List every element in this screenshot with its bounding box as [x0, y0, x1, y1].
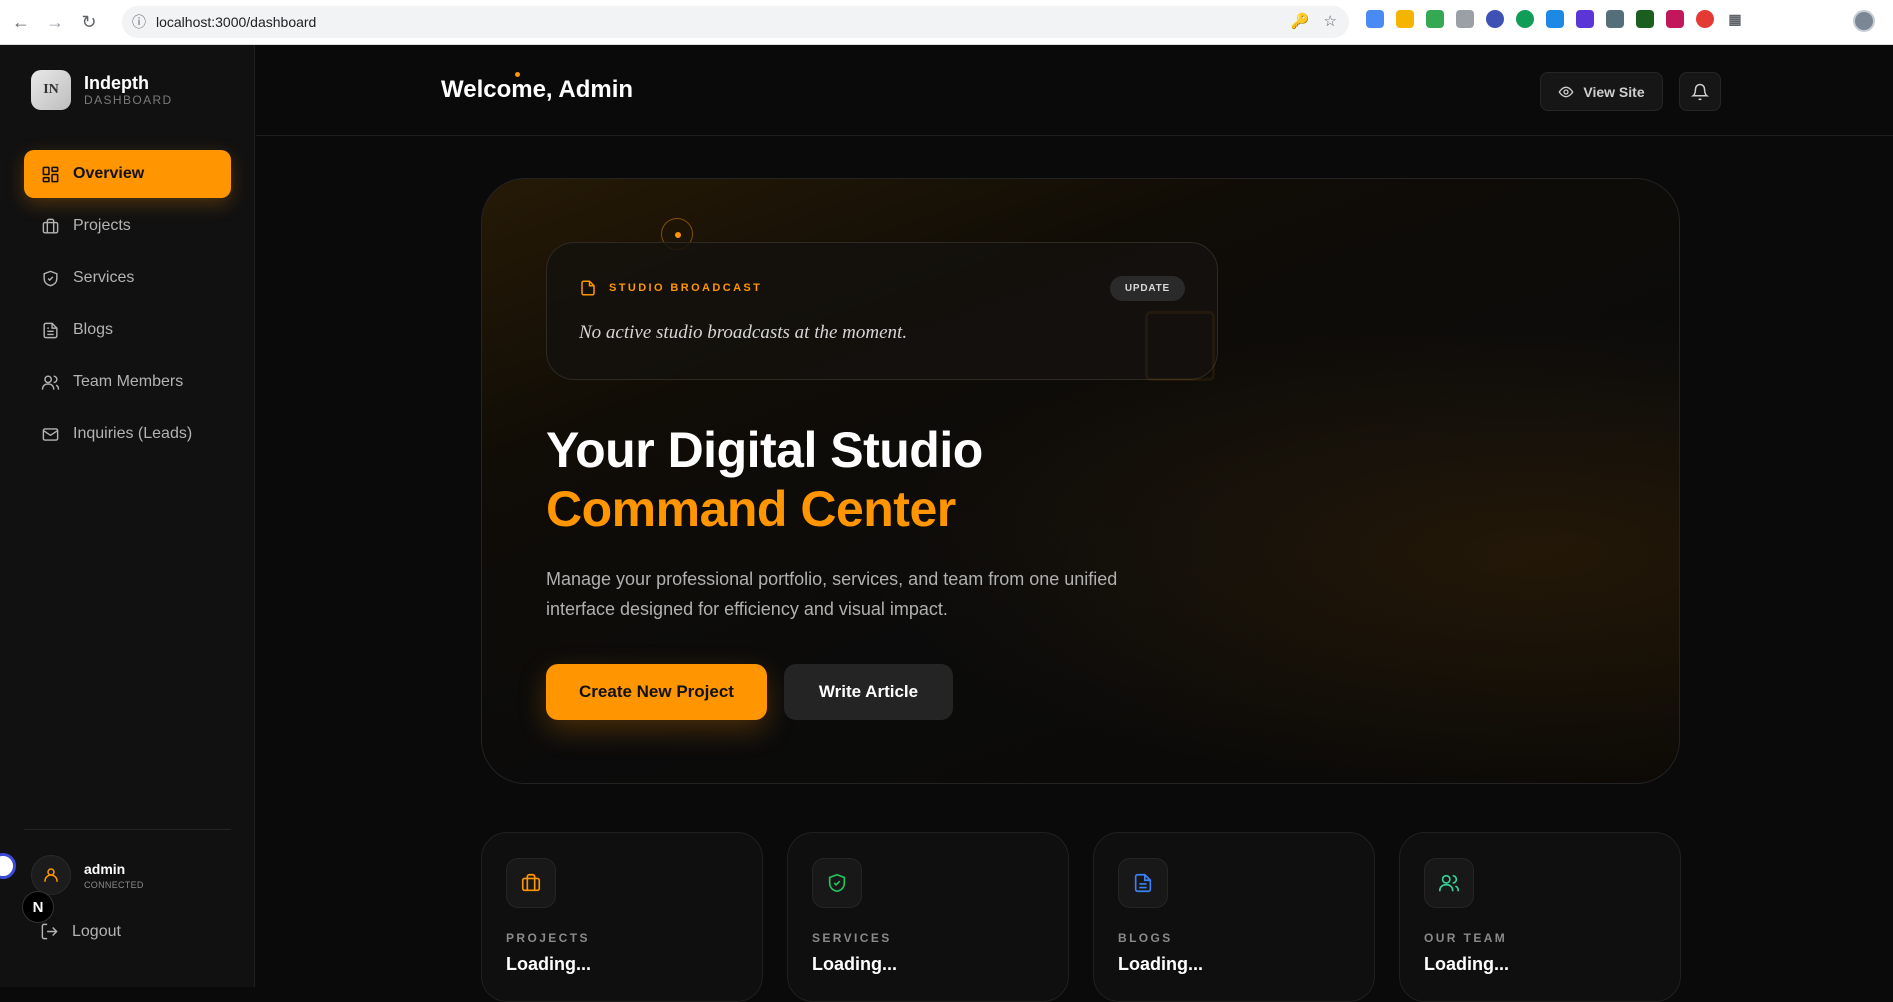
sidebar-divider: [24, 829, 231, 830]
sidebar-item-label: Overview: [73, 165, 145, 182]
forward-icon[interactable]: →: [42, 9, 68, 35]
stat-card-blogs[interactable]: BLOGS Loading...: [1093, 832, 1375, 1002]
stat-value: Loading...: [1118, 954, 1203, 974]
stat-icon-box: [812, 858, 862, 908]
extension-icon[interactable]: [1546, 10, 1564, 28]
stat-value: Loading...: [506, 954, 591, 974]
hero-description: Manage your professional portfolio, serv…: [546, 569, 1118, 619]
logout-icon: [41, 923, 58, 940]
extension-icon[interactable]: [1666, 10, 1684, 28]
extension-icon[interactable]: [1366, 10, 1384, 28]
users-icon: [41, 374, 60, 390]
hero-title-line1: Your Digital Studio: [546, 422, 983, 478]
extensions-bar: ▦: [1366, 10, 1744, 28]
sidebar-item-overview[interactable]: Overview: [24, 150, 231, 198]
sidebar-item-projects[interactable]: Projects: [24, 202, 231, 250]
users-icon: [1439, 874, 1459, 892]
bookmark-star-icon[interactable]: ☆: [1324, 12, 1337, 30]
sidebar-item-label: Blogs: [73, 321, 114, 338]
extension-icon[interactable]: [1576, 10, 1594, 28]
grid-icon: [42, 166, 59, 182]
extension-icon[interactable]: [1516, 10, 1534, 28]
sidebar-item-label: Services: [73, 269, 135, 286]
decorative-shape: [1145, 311, 1215, 381]
user-icon: [44, 868, 58, 882]
stat-label: PROJECTS: [506, 931, 590, 945]
sidebar-item-team-members[interactable]: Team Members: [24, 358, 231, 406]
stat-label: OUR TEAM: [1424, 931, 1508, 945]
extension-icon[interactable]: [1456, 10, 1474, 28]
page-title: Welcome, Admin: [441, 76, 634, 103]
shield-icon: [43, 270, 58, 286]
stat-card-services[interactable]: SERVICES Loading...: [787, 832, 1069, 1002]
user-avatar: [31, 855, 71, 895]
extension-icon[interactable]: [1636, 10, 1654, 28]
stat-value: Loading...: [812, 954, 897, 974]
header: Welcome, Admin View Site: [256, 45, 1893, 136]
briefcase-icon: [521, 873, 541, 892]
stat-label: SERVICES: [812, 931, 892, 945]
address-bar[interactable]: ⓘ localhost:3000/dashboard 🔑 ☆: [122, 6, 1349, 38]
broadcast-message: No active studio broadcasts at the momen…: [579, 322, 908, 343]
broadcast-card: STUDIO BROADCAST UPDATE No active studio…: [546, 242, 1218, 381]
sidebar-item-label: Inquiries (Leads): [73, 425, 193, 442]
nextjs-badge-icon[interactable]: N: [22, 891, 54, 923]
extension-icon[interactable]: [1696, 10, 1714, 28]
brand-name: Indepth: [84, 72, 149, 93]
site-info-icon[interactable]: ⓘ: [132, 12, 146, 32]
sidebar-item-blogs[interactable]: Blogs: [24, 306, 231, 354]
hero-title-line2: Command Center: [546, 481, 956, 537]
brand-logo-icon: IN: [31, 70, 71, 110]
extension-icon[interactable]: [1396, 10, 1414, 28]
accent-dot: [515, 72, 520, 77]
extension-icon[interactable]: [1426, 10, 1444, 28]
hero-title: Your Digital Studio Command Center: [546, 421, 983, 539]
sidebar-item-inquiries[interactable]: Inquiries (Leads): [24, 410, 231, 458]
logout-label: Logout: [72, 922, 121, 940]
brand-subtitle: DASHBOARD: [84, 92, 173, 107]
stat-value: Loading...: [1424, 954, 1509, 974]
browser-toolbar: ← → ↻ ⓘ localhost:3000/dashboard 🔑 ☆ ▦: [0, 0, 1893, 45]
view-site-button[interactable]: View Site: [1540, 72, 1663, 111]
hero-panel: STUDIO BROADCAST UPDATE No active studio…: [481, 178, 1680, 784]
sidebar-item-label: Projects: [73, 217, 131, 234]
logout-button[interactable]: Logout: [40, 922, 121, 941]
view-site-label: View Site: [1583, 83, 1645, 100]
document-icon: [43, 322, 58, 338]
reload-icon[interactable]: ↻: [76, 9, 102, 35]
shield-check-icon: [828, 873, 846, 893]
back-icon[interactable]: ←: [8, 9, 34, 35]
bell-icon: [1691, 83, 1709, 100]
briefcase-icon: [42, 218, 59, 234]
extension-icon[interactable]: [1606, 10, 1624, 28]
document-icon: [581, 280, 595, 296]
key-icon[interactable]: 🔑: [1291, 12, 1310, 30]
brand[interactable]: IN Indepth DASHBOARD: [31, 70, 173, 110]
broadcast-title: STUDIO BROADCAST: [609, 282, 763, 294]
notifications-button[interactable]: [1679, 72, 1721, 111]
stat-card-team[interactable]: OUR TEAM Loading...: [1399, 832, 1681, 1002]
puzzle-icon[interactable]: ▦: [1726, 10, 1744, 28]
sidebar-item-services[interactable]: Services: [24, 254, 231, 302]
stat-card-projects[interactable]: PROJECTS Loading...: [481, 832, 763, 1002]
stat-icon-box: [1424, 858, 1474, 908]
user-name: admin: [84, 860, 126, 877]
document-icon: [1134, 873, 1152, 893]
stat-icon-box: [506, 858, 556, 908]
user-status: CONNECTED: [84, 879, 144, 890]
create-new-project-button[interactable]: Create New Project: [546, 664, 767, 720]
sidebar-menu: Overview Projects Services Blogs Team Me…: [24, 150, 231, 462]
profile-avatar[interactable]: [1853, 10, 1875, 32]
sidebar-item-label: Team Members: [73, 373, 184, 390]
update-badge: UPDATE: [1109, 276, 1185, 301]
user-profile[interactable]: admin CONNECTED: [31, 855, 144, 895]
mail-icon: [42, 427, 59, 441]
extension-icon[interactable]: [1486, 10, 1504, 28]
stat-label: BLOGS: [1118, 931, 1173, 945]
url-text[interactable]: localhost:3000/dashboard: [156, 14, 316, 30]
write-article-button[interactable]: Write Article: [784, 664, 953, 720]
eye-icon: [1558, 86, 1574, 97]
stat-icon-box: [1118, 858, 1168, 908]
sidebar: IN Indepth DASHBOARD Overview Projects S…: [0, 45, 255, 987]
